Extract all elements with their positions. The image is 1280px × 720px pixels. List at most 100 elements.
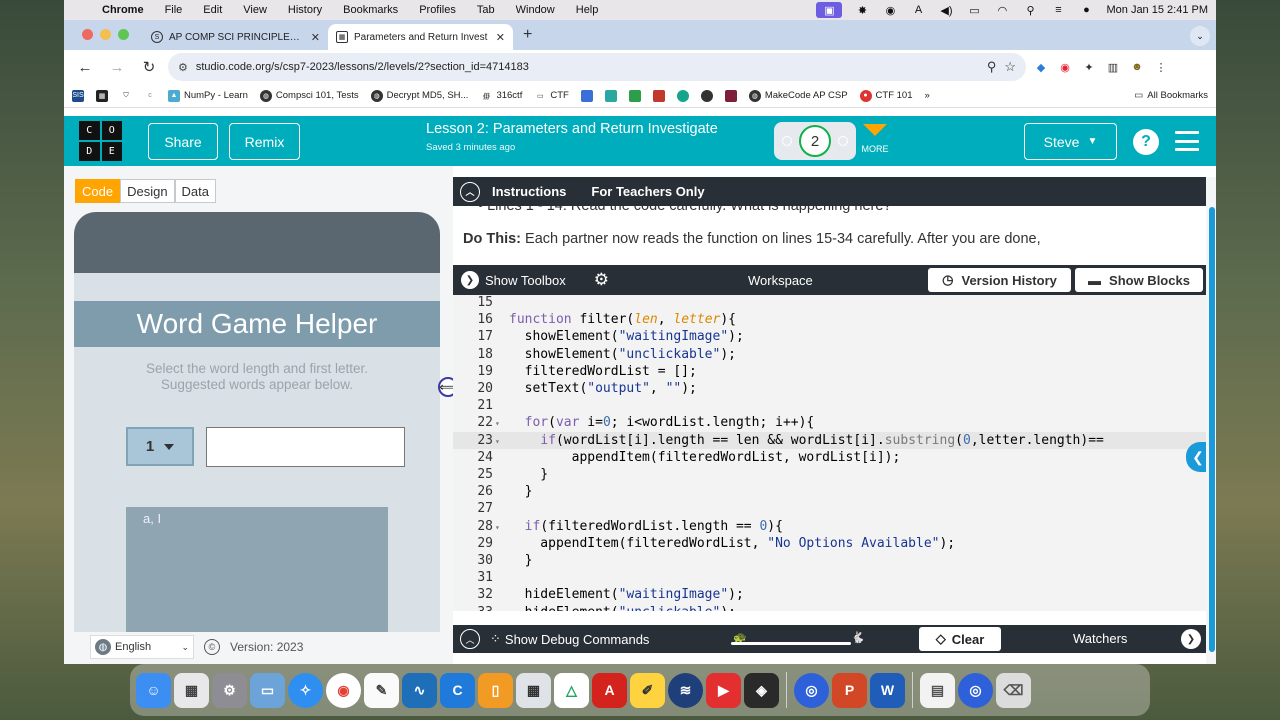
tab-search-dropdown-icon[interactable]: ⌄ <box>1190 26 1210 46</box>
bookmark-316ctf[interactable]: ∰ 316ctf <box>480 89 522 102</box>
safari-icon[interactable]: ✧ <box>288 672 323 708</box>
bookmark-shield[interactable]: ⛉ <box>120 89 132 102</box>
tab-close-icon[interactable]: ✕ <box>311 31 320 44</box>
webex-icon[interactable]: ◎ <box>794 672 829 708</box>
extension-icon[interactable]: ◉ <box>1056 58 1074 76</box>
profile-avatar-icon[interactable]: ☻ <box>1128 58 1146 76</box>
bookmark-icon-2[interactable] <box>604 89 617 102</box>
code-line[interactable]: 31 <box>453 569 1206 586</box>
menu-help[interactable]: Help <box>566 4 610 16</box>
tab-instructions[interactable]: Instructions <box>492 184 566 199</box>
share-button[interactable]: Share <box>148 123 218 160</box>
code-line[interactable]: 33 hideElement("unclickable"); <box>453 604 1206 611</box>
copyright-icon[interactable]: © <box>204 639 220 655</box>
code-org-logo[interactable]: C O D E <box>79 121 122 161</box>
minimize-window-button[interactable] <box>100 29 111 40</box>
menu-tab[interactable]: Tab <box>467 4 506 16</box>
sudan-flag-app-icon[interactable]: ▶ <box>706 672 741 708</box>
chevron-right-icon[interactable]: ❯ <box>1181 629 1201 649</box>
all-bookmarks[interactable]: ▭ All Bookmarks <box>1134 90 1208 101</box>
spotlight-search-icon[interactable]: ⚲ <box>1022 4 1038 17</box>
battery-icon[interactable]: ▭ <box>966 4 982 17</box>
expand-debug-icon[interactable]: ︿ <box>460 629 480 649</box>
forward-button[interactable]: → <box>104 54 130 80</box>
bookmark-icon-3[interactable] <box>628 89 641 102</box>
cursive-icon[interactable]: ∿ <box>402 672 437 708</box>
chrome-icon[interactable]: ◉ <box>326 672 361 708</box>
acrobat-icon[interactable]: A <box>592 672 627 708</box>
code-line[interactable]: 23 ▾ if(wordList[i].length == len && word… <box>453 431 1206 450</box>
right-scrollbar[interactable] <box>1206 177 1216 664</box>
scroll-thumb[interactable] <box>1209 207 1215 652</box>
system-settings-icon[interactable]: ⚙ <box>212 672 247 708</box>
zoom-icon[interactable]: ⚲ <box>987 59 997 75</box>
tab-ap-comp-sci[interactable]: S AP COMP SCI PRINCIPLES (S ✕ <box>143 24 328 50</box>
language-select[interactable]: ◍ English ⌄ <box>90 635 194 659</box>
tab-for-teachers[interactable]: For Teachers Only <box>591 184 704 199</box>
tab-close-icon[interactable]: ✕ <box>496 31 505 44</box>
code-line[interactable]: 30 } <box>453 552 1206 569</box>
menu-edit[interactable]: Edit <box>193 4 233 16</box>
current-level-bubble[interactable]: 2 <box>799 125 831 157</box>
bookmarks-overflow-button[interactable]: » <box>925 90 930 101</box>
menu-chrome[interactable]: Chrome <box>92 4 155 16</box>
reload-button[interactable]: ↻ <box>136 54 162 80</box>
books-icon[interactable]: ▯ <box>478 672 513 708</box>
siri-icon[interactable]: ● <box>1078 4 1094 16</box>
show-debug-commands-button[interactable]: ⁘ Show Debug Commands <box>490 631 649 647</box>
level-dot-prev[interactable] <box>782 136 792 146</box>
fold-arrow-icon[interactable]: ▾ <box>493 415 509 432</box>
site-info-icon[interactable]: ⚙ <box>178 61 188 74</box>
bookmark-icon-6[interactable] <box>700 89 713 102</box>
tab-code[interactable]: Code <box>75 179 121 203</box>
status-app-icon[interactable]: ✸ <box>854 4 870 17</box>
new-tab-button[interactable]: + <box>513 26 542 50</box>
bookmark-c[interactable]: c <box>144 89 156 102</box>
code-line[interactable]: 21 <box>453 397 1206 414</box>
powerpoint-icon[interactable]: P <box>832 672 867 708</box>
bookmark-makecode[interactable]: ◍ MakeCode AP CSP <box>748 89 848 102</box>
first-letter-input[interactable] <box>206 427 405 467</box>
textedit-icon[interactable]: ✎ <box>364 672 399 708</box>
unity-icon[interactable]: ◈ <box>744 672 779 708</box>
zoom-window-button[interactable] <box>118 29 129 40</box>
code-line[interactable]: 19 filteredWordList = []; <box>453 363 1206 380</box>
address-bar[interactable]: ⚙ studio.code.org/s/csp7-2023/lessons/2/… <box>168 53 1026 81</box>
bookmark-icon-4[interactable] <box>652 89 665 102</box>
version-history-button[interactable]: ◷ Version History <box>928 268 1071 292</box>
c-app-icon[interactable]: C <box>440 672 475 708</box>
vpn-icon[interactable]: ◉ <box>882 4 898 17</box>
user-menu-button[interactable]: Steve ▼ <box>1024 123 1117 160</box>
bookmark-star-icon[interactable]: ☆ <box>1004 59 1016 75</box>
tab-parameters-return[interactable]: ▦ Parameters and Return Invest ✕ <box>328 24 513 50</box>
google-drive-icon[interactable]: △ <box>554 672 589 708</box>
speed-slider[interactable]: 🐢 🐇 <box>731 631 865 647</box>
code-line[interactable]: 28 ▾ if(filteredWordList.length == 0){ <box>453 518 1206 535</box>
code-line[interactable]: 22 ▾ for(var i=0; i<wordList.length; i++)… <box>453 414 1206 431</box>
code-line[interactable]: 24 appendItem(filteredWordList, wordList… <box>453 449 1206 466</box>
trash-icon[interactable]: ⌫ <box>996 672 1031 708</box>
extension-icon[interactable]: ◆ <box>1032 58 1050 76</box>
bookmark-icon-7[interactable] <box>724 89 737 102</box>
extensions-puzzle-icon[interactable]: ✦ <box>1080 58 1098 76</box>
panel-splitter[interactable] <box>441 166 453 664</box>
code-line[interactable]: 27 <box>453 500 1206 517</box>
close-window-button[interactable] <box>82 29 93 40</box>
level-dot-next[interactable] <box>838 136 848 146</box>
code-line[interactable]: 25 } <box>453 466 1206 483</box>
tab-design[interactable]: Design <box>120 179 175 203</box>
code-line[interactable]: 15 <box>453 295 1206 311</box>
calculator-icon[interactable]: ▦ <box>516 672 551 708</box>
clear-button[interactable]: ◇ Clear <box>919 627 1001 651</box>
collapse-instructions-icon[interactable]: ︿ <box>460 181 480 202</box>
bookmark-decrypt[interactable]: ◍ Decrypt MD5, SH... <box>370 89 468 102</box>
bookmark-grid[interactable]: ▦ <box>96 89 108 102</box>
launchpad-icon[interactable]: ▦ <box>174 672 209 708</box>
lesson-title[interactable]: Lesson 2: Parameters and Return Investig… <box>426 121 718 137</box>
tab-data[interactable]: Data <box>174 179 217 203</box>
word-icon[interactable]: W <box>870 672 905 708</box>
code-line[interactable]: 26 } <box>453 483 1206 500</box>
more-levels-button[interactable]: MORE <box>860 124 890 154</box>
back-button[interactable]: ← <box>72 54 98 80</box>
fold-arrow-icon[interactable]: ▾ <box>493 433 509 450</box>
